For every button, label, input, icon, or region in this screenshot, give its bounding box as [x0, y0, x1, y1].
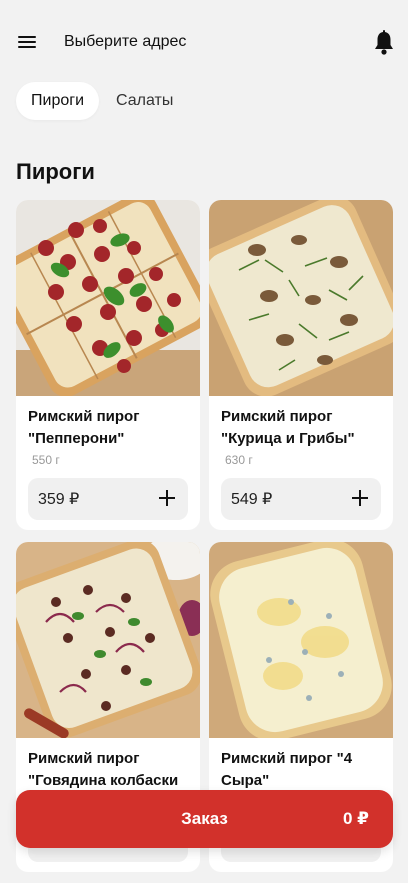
- product-name: Римский пирог "Говядина колбаски: [28, 750, 179, 789]
- plus-icon: [158, 489, 176, 507]
- app-header: Выберите адрес: [0, 0, 408, 86]
- product-name: Римский пирог "Курица и Грибы": [221, 408, 355, 447]
- product-image-chicken-mushrooms: [209, 200, 393, 396]
- product-weight: 550 г: [32, 453, 60, 467]
- category-tabs: Пироги Салаты: [16, 82, 188, 120]
- address-selector[interactable]: Выберите адрес: [64, 33, 186, 51]
- product-image-four-cheese: [209, 542, 393, 738]
- product-price: 549 ₽: [231, 491, 273, 508]
- hamburger-menu-icon[interactable]: [18, 36, 38, 50]
- section-title: Пироги: [16, 159, 95, 184]
- product-name: Римский пирог "4 Сыра": [221, 750, 353, 789]
- order-label: Заказ: [181, 809, 228, 828]
- product-weight: 630 г: [225, 453, 253, 467]
- bell-icon[interactable]: [372, 30, 396, 56]
- order-total: 0 ₽: [342, 809, 369, 828]
- product-card-pepperoni[interactable]: Римский пирог "Пепперони" 550 г 359 ₽: [16, 200, 200, 530]
- product-price: 359 ₽: [38, 491, 80, 508]
- product-image-beef-sausages: [16, 542, 200, 738]
- tab-salads[interactable]: Салаты: [101, 82, 188, 120]
- product-card-chicken-mushrooms[interactable]: Римский пирог "Курица и Грибы" 630 г 549…: [209, 200, 393, 530]
- add-to-cart-button[interactable]: 549 ₽: [221, 478, 381, 520]
- plus-icon: [351, 489, 369, 507]
- order-button[interactable]: Заказ 0 ₽: [16, 790, 393, 848]
- product-image-pepperoni: [16, 200, 200, 396]
- tab-pies[interactable]: Пироги: [16, 82, 100, 120]
- add-to-cart-button[interactable]: 359 ₽: [28, 478, 188, 520]
- product-name: Римский пирог "Пепперони": [28, 408, 140, 447]
